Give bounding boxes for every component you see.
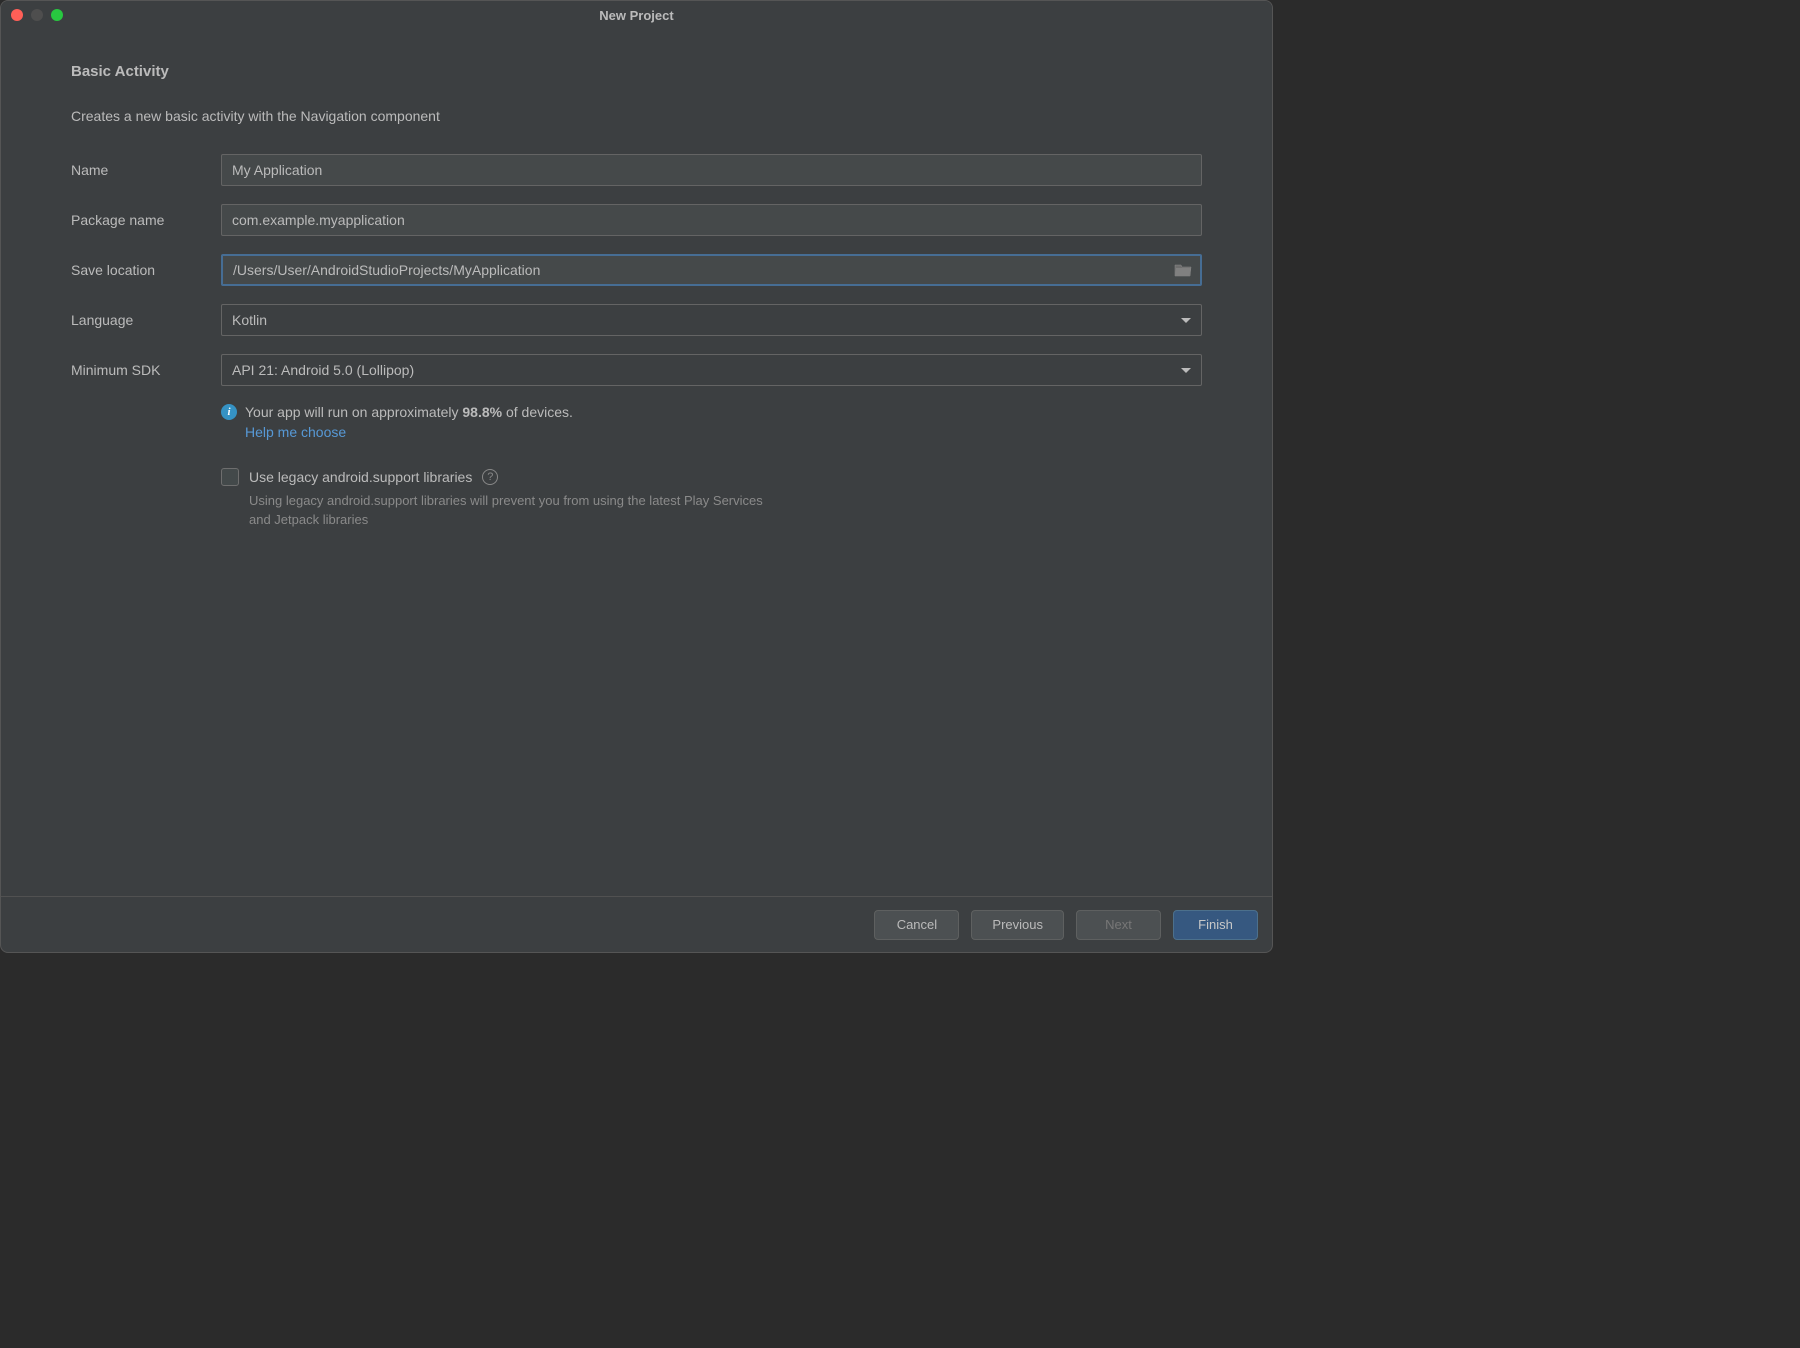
package-row: Package name: [71, 204, 1202, 236]
footer: Cancel Previous Next Finish: [1, 896, 1272, 952]
info-section: i Your app will run on approximately 98.…: [221, 404, 1202, 442]
content-area: Basic Activity Creates a new basic activ…: [1, 29, 1272, 896]
close-window-icon[interactable]: [11, 9, 23, 21]
chevron-down-icon: [1181, 368, 1191, 373]
name-input[interactable]: [221, 154, 1202, 186]
chevron-down-icon: [1181, 318, 1191, 323]
finish-button[interactable]: Finish: [1173, 910, 1258, 940]
device-coverage-info: i Your app will run on approximately 98.…: [221, 404, 1202, 420]
minsdk-value: API 21: Android 5.0 (Lollipop): [232, 362, 414, 378]
language-value: Kotlin: [232, 312, 267, 328]
help-icon[interactable]: ?: [482, 469, 498, 485]
next-button: Next: [1076, 910, 1161, 940]
window-title: New Project: [1, 8, 1272, 23]
package-label: Package name: [71, 212, 221, 228]
minsdk-label: Minimum SDK: [71, 362, 221, 378]
minsdk-select[interactable]: API 21: Android 5.0 (Lollipop): [221, 354, 1202, 386]
browse-folder-icon[interactable]: [1174, 263, 1192, 277]
location-label: Save location: [71, 262, 221, 278]
language-select[interactable]: Kotlin: [221, 304, 1202, 336]
legacy-section: Use legacy android.support libraries ? U…: [221, 468, 1202, 530]
maximize-window-icon[interactable]: [51, 9, 63, 21]
legacy-checkbox-label: Use legacy android.support libraries ?: [249, 469, 498, 485]
legacy-checkbox[interactable]: [221, 468, 239, 486]
titlebar: New Project: [1, 1, 1272, 29]
package-input[interactable]: [221, 204, 1202, 236]
help-me-choose-link[interactable]: Help me choose: [245, 424, 346, 440]
name-label: Name: [71, 162, 221, 178]
new-project-dialog: New Project Basic Activity Creates a new…: [0, 0, 1273, 953]
minimize-window-icon: [31, 9, 43, 21]
cancel-button[interactable]: Cancel: [874, 910, 959, 940]
device-coverage-text: Your app will run on approximately 98.8%…: [245, 404, 573, 420]
page-description: Creates a new basic activity with the Na…: [71, 108, 1202, 124]
location-row: Save location: [71, 254, 1202, 286]
page-heading: Basic Activity: [71, 63, 1202, 80]
info-icon: i: [221, 404, 237, 420]
traffic-lights: [1, 9, 63, 21]
location-input[interactable]: [221, 254, 1202, 286]
name-row: Name: [71, 154, 1202, 186]
legacy-description: Using legacy android.support libraries w…: [249, 492, 769, 530]
language-label: Language: [71, 312, 221, 328]
previous-button[interactable]: Previous: [971, 910, 1064, 940]
minsdk-row: Minimum SDK API 21: Android 5.0 (Lollipo…: [71, 354, 1202, 386]
language-row: Language Kotlin: [71, 304, 1202, 336]
legacy-checkbox-row: Use legacy android.support libraries ?: [221, 468, 1202, 486]
